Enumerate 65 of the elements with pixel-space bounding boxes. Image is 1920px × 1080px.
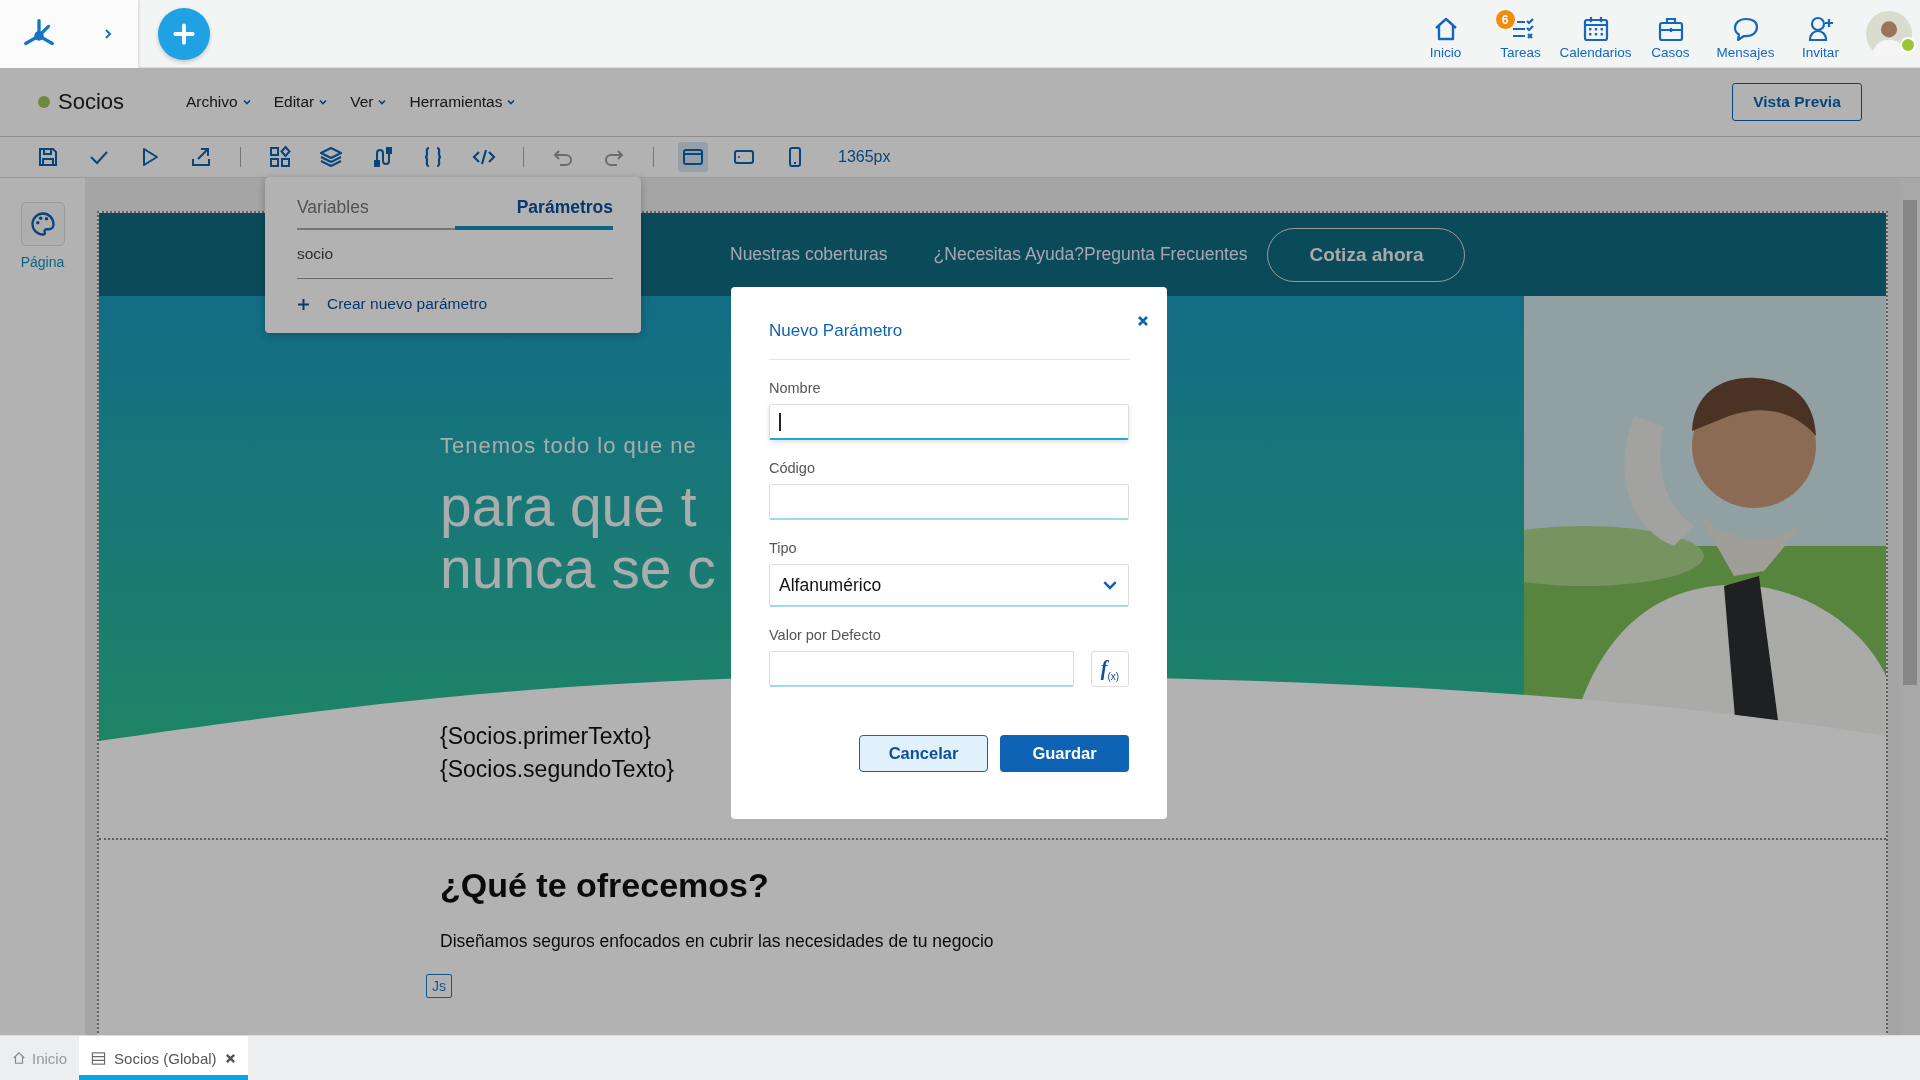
calendar-icon <box>1581 15 1610 43</box>
caret-icon <box>241 97 252 107</box>
add-user-icon <box>1806 15 1835 43</box>
template-text: {Socios.primerTexto} <box>440 723 652 750</box>
nav-item[interactable]: Casos <box>1635 7 1706 60</box>
export-icon[interactable] <box>189 145 213 169</box>
create-parameter-link[interactable]: Crear nuevo parámetro <box>297 279 488 321</box>
panel-label[interactable]: Página <box>20 254 65 270</box>
menu-item[interactable]: Archivo <box>186 93 252 111</box>
chevron-right-icon[interactable] <box>102 27 114 40</box>
close-icon[interactable] <box>1137 315 1149 327</box>
type-select[interactable]: Alfanumérico <box>769 564 1129 607</box>
form-icon <box>91 1050 107 1066</box>
briefcase-icon <box>1656 15 1685 43</box>
home-icon <box>12 1051 26 1065</box>
nav-item[interactable]: Mensajes <box>1710 7 1781 60</box>
status-dot <box>38 96 50 108</box>
preview-button[interactable]: Vista Previa <box>1732 83 1862 121</box>
speech-bubble-icon <box>1731 15 1760 43</box>
cancel-button[interactable]: Cancelar <box>859 735 988 772</box>
add-button[interactable] <box>158 7 210 60</box>
input-field[interactable] <box>769 484 1129 520</box>
nav-item[interactable]: Invitar <box>1785 7 1856 60</box>
template-text: {Socios.segundoTexto} <box>440 756 674 783</box>
menu-item[interactable]: Ver <box>350 93 388 111</box>
field-label: Tipo <box>769 540 798 556</box>
formula-button[interactable]: f$_{(x)}$ <box>1091 651 1129 687</box>
hero-headline: para que t <box>440 475 697 537</box>
field-label: Valor por Defecto <box>769 627 882 643</box>
site-nav-link[interactable]: Nuestras coberturas <box>730 244 888 265</box>
palette-icon[interactable] <box>20 202 65 246</box>
save-icon[interactable] <box>36 145 60 169</box>
field-label: Nombre <box>769 380 822 396</box>
canvas-width: 1365px <box>838 148 891 166</box>
scrollbar[interactable] <box>1900 178 1920 1035</box>
nav-item[interactable]: Inicio <box>1410 7 1481 60</box>
field-label: Código <box>769 460 816 476</box>
parameter-item[interactable]: socio <box>297 230 613 279</box>
nav-item[interactable]: 6 Tareas <box>1485 7 1556 60</box>
menu-item[interactable]: Editar <box>273 93 329 111</box>
layers-icon[interactable] <box>319 145 343 169</box>
desktop-icon[interactable] <box>678 142 708 172</box>
hero-headline: nunca se c <box>440 537 716 599</box>
plus-icon <box>297 297 310 311</box>
hero-tagline: Tenemos todo lo que ne <box>440 433 697 459</box>
nav-item[interactable]: Calendarios <box>1560 7 1631 60</box>
caret-icon <box>377 97 388 107</box>
count-badge: 6 <box>1494 9 1516 30</box>
caret-icon <box>506 97 517 107</box>
components-icon[interactable] <box>268 145 292 169</box>
section-text: Diseñamos seguros enfocados en cubrir las necesidades de tu negocio <box>440 931 994 952</box>
input-field[interactable] <box>769 404 1129 440</box>
section-heading: ¿Qué te ofrecemos? <box>440 866 769 905</box>
dialog-title: Nuevo Parámetro <box>769 321 903 341</box>
close-icon[interactable] <box>224 1052 236 1064</box>
document-tab[interactable]: Socios (Global) <box>79 1036 248 1080</box>
popover-tab[interactable]: Variables <box>297 189 455 230</box>
save-button[interactable]: Guardar <box>1000 735 1129 772</box>
caret-icon <box>318 97 329 107</box>
document-title: Socios <box>58 89 126 115</box>
popover-tab[interactable]: Parámetros <box>455 189 613 230</box>
script-badge[interactable]: Js <box>426 974 452 998</box>
menu-item[interactable]: Herramientas <box>409 93 517 111</box>
site-nav-link[interactable]: ¿Necesitas Ayuda?Pregunta Frecuentes <box>933 244 1248 265</box>
input-field[interactable] <box>769 651 1074 687</box>
